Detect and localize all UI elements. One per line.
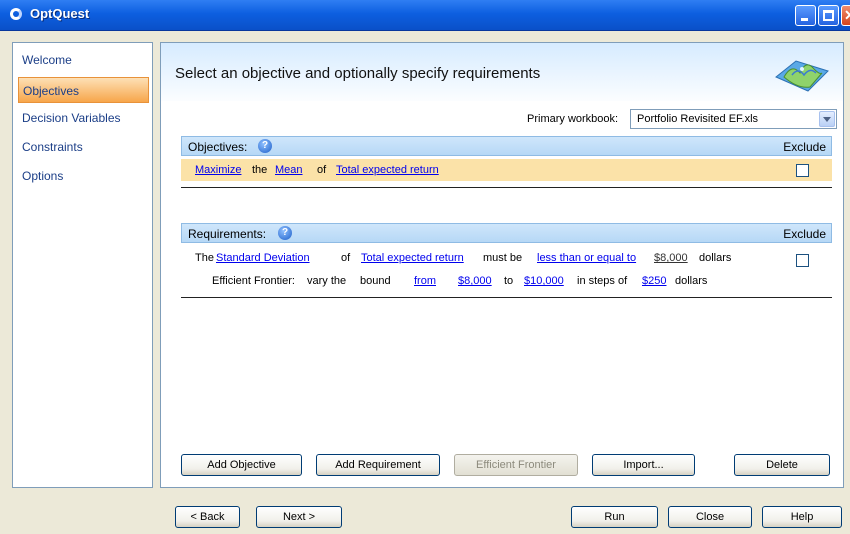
ef-step-value-link[interactable]: $250 (642, 275, 666, 287)
requirement-forecast-link[interactable]: Total expected return (361, 252, 464, 264)
sidebar-item-options[interactable]: Options (13, 163, 150, 189)
objectives-exclude-label: Exclude (783, 140, 826, 154)
chevron-down-icon[interactable] (819, 111, 835, 127)
requirement-must-be-text: must be (483, 252, 523, 264)
objectives-divider (181, 187, 832, 188)
objective-the-text: the (252, 164, 268, 176)
requirement-the-text: The (195, 252, 214, 264)
page-header: Select an objective and optionally speci… (161, 43, 843, 101)
delete-button[interactable]: Delete (734, 454, 830, 476)
page-title: Select an objective and optionally speci… (175, 65, 541, 82)
run-button[interactable]: Run (571, 506, 658, 528)
primary-workbook-value: Portfolio Revisited EF.xls (637, 113, 759, 125)
optquest-logo-icon (775, 60, 829, 92)
ef-label: Efficient Frontier: (212, 275, 295, 287)
objective-statistic-link[interactable]: Mean (275, 164, 303, 176)
ef-to-value-link[interactable]: $10,000 (524, 275, 564, 287)
requirements-divider (181, 297, 832, 298)
ef-vary-text: vary the (307, 275, 347, 287)
help-button[interactable]: Help (762, 506, 842, 528)
requirement-bound-link[interactable]: $8,000 (654, 252, 688, 264)
add-objective-button[interactable]: Add Objective (181, 454, 302, 476)
efficient-frontier-button[interactable]: Efficient Frontier (454, 454, 578, 476)
ef-unit-text: dollars (675, 275, 708, 287)
requirement-statistic-link[interactable]: Standard Deviation (216, 252, 310, 264)
ef-steps-text: in steps of (577, 275, 628, 287)
objectives-help-icon[interactable]: ? (258, 139, 272, 153)
objective-exclude-checkbox[interactable] (796, 164, 809, 177)
objectives-title: Objectives: (188, 140, 248, 154)
main-panel: Select an objective and optionally speci… (160, 42, 844, 488)
add-requirement-button[interactable]: Add Requirement (316, 454, 440, 476)
close-window-button[interactable] (841, 5, 850, 26)
objectives-header: Objectives: ? Exclude (181, 136, 832, 156)
objective-of-text: of (317, 164, 327, 176)
ef-from-value-link[interactable]: $8,000 (458, 275, 492, 287)
requirement-of-text: of (341, 252, 351, 264)
requirements-title: Requirements: (188, 227, 267, 241)
requirement-operator-link[interactable]: less than or equal to (537, 252, 636, 264)
objective-goal-link[interactable]: Maximize (195, 164, 241, 176)
primary-workbook-label: Primary workbook: (527, 113, 619, 125)
optquest-app-icon (10, 8, 22, 20)
requirement-unit-text: dollars (699, 252, 732, 264)
ef-to-text: to (504, 275, 514, 287)
title-bar: OptQuest (0, 0, 850, 31)
requirements-header: Requirements: ? Exclude (181, 223, 832, 243)
objective-forecast-link[interactable]: Total expected return (336, 164, 439, 176)
sidebar: Welcome Objectives Decision Variables Co… (12, 42, 153, 488)
ef-from-link[interactable]: from (414, 275, 436, 287)
maximize-button[interactable] (818, 5, 839, 26)
sidebar-item-constraints[interactable]: Constraints (13, 134, 150, 160)
back-button[interactable]: < Back (175, 506, 240, 528)
objective-row: Maximize the Mean of Total expected retu… (181, 159, 832, 181)
minimize-button[interactable] (795, 5, 816, 26)
window-title: OptQuest (30, 6, 90, 21)
requirement-exclude-checkbox[interactable] (796, 254, 809, 267)
requirements-exclude-label: Exclude (783, 227, 826, 241)
requirements-help-icon[interactable]: ? (278, 226, 292, 240)
next-button[interactable]: Next > (256, 506, 342, 528)
sidebar-item-objectives[interactable]: Objectives (18, 77, 149, 103)
primary-workbook-select[interactable]: Portfolio Revisited EF.xls (630, 109, 837, 129)
close-button[interactable]: Close (668, 506, 752, 528)
sidebar-item-welcome[interactable]: Welcome (13, 47, 150, 73)
sidebar-item-decision-variables[interactable]: Decision Variables (13, 105, 150, 131)
import-button[interactable]: Import... (592, 454, 695, 476)
ef-bound-text: bound (360, 275, 391, 287)
